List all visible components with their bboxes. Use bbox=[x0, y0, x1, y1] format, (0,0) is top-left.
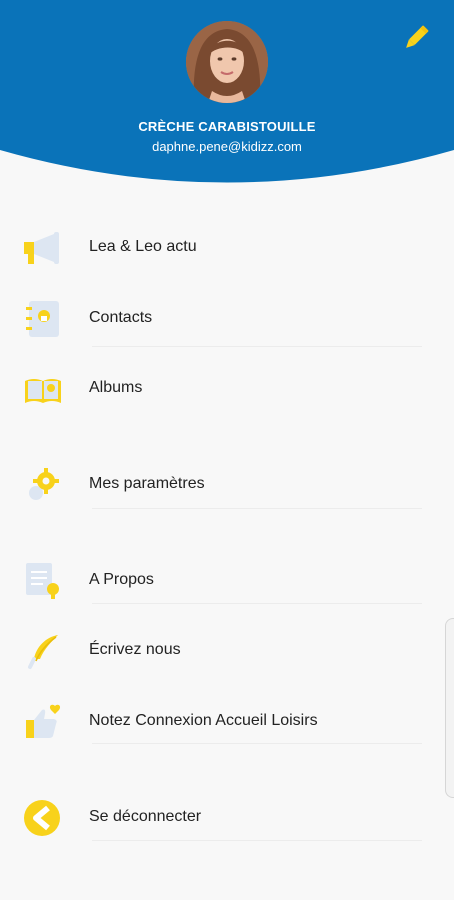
menu-item-logout[interactable]: Se déconnecter bbox=[0, 788, 454, 848]
menu-label-contacts: Contacts bbox=[89, 309, 153, 326]
pencil-icon bbox=[406, 25, 429, 48]
divider bbox=[92, 346, 422, 347]
menu-item-albums[interactable]: Albums bbox=[0, 359, 454, 419]
menu-label-albums: Albums bbox=[89, 379, 143, 396]
thumbs-up-heart-icon bbox=[26, 704, 61, 738]
avatar-image bbox=[186, 21, 268, 103]
photo-album-icon bbox=[25, 379, 61, 403]
edge-panel-handle[interactable] bbox=[445, 618, 454, 798]
menu-label-settings: Mes paramètres bbox=[89, 475, 205, 492]
logout-icon bbox=[24, 800, 60, 836]
divider bbox=[92, 603, 422, 604]
menu-label-rate-app: Notez Connexion Accueil Loisirs bbox=[89, 712, 318, 729]
avatar[interactable] bbox=[186, 21, 268, 103]
menu-item-about[interactable]: A Propos bbox=[0, 551, 454, 611]
quill-icon bbox=[28, 635, 58, 669]
menu-item-actu[interactable]: Lea & Leo actu bbox=[0, 218, 454, 278]
info-document-icon bbox=[26, 563, 59, 599]
divider bbox=[92, 743, 422, 744]
megaphone-icon bbox=[24, 232, 59, 264]
address-book-icon bbox=[26, 301, 59, 337]
edit-profile-button[interactable] bbox=[400, 22, 432, 54]
user-email: daphne.pene@kidizz.com bbox=[152, 139, 302, 154]
menu-label-actu: Lea & Leo actu bbox=[89, 238, 197, 255]
menu-label-logout: Se déconnecter bbox=[89, 808, 202, 825]
profile-header: CRÈCHE CARABISTOUILLE daphne.pene@kidizz… bbox=[0, 0, 454, 190]
org-name: CRÈCHE CARABISTOUILLE bbox=[138, 119, 316, 134]
menu-item-write-us[interactable]: Écrivez nous bbox=[0, 621, 454, 681]
gear-icon bbox=[29, 468, 59, 500]
menu-label-about: A Propos bbox=[89, 571, 154, 588]
divider bbox=[92, 840, 422, 841]
menu-label-write-us: Écrivez nous bbox=[89, 641, 181, 658]
divider bbox=[92, 508, 422, 509]
menu-item-settings[interactable]: Mes paramètres bbox=[0, 455, 454, 515]
menu-item-contacts[interactable]: Contacts bbox=[0, 289, 454, 349]
